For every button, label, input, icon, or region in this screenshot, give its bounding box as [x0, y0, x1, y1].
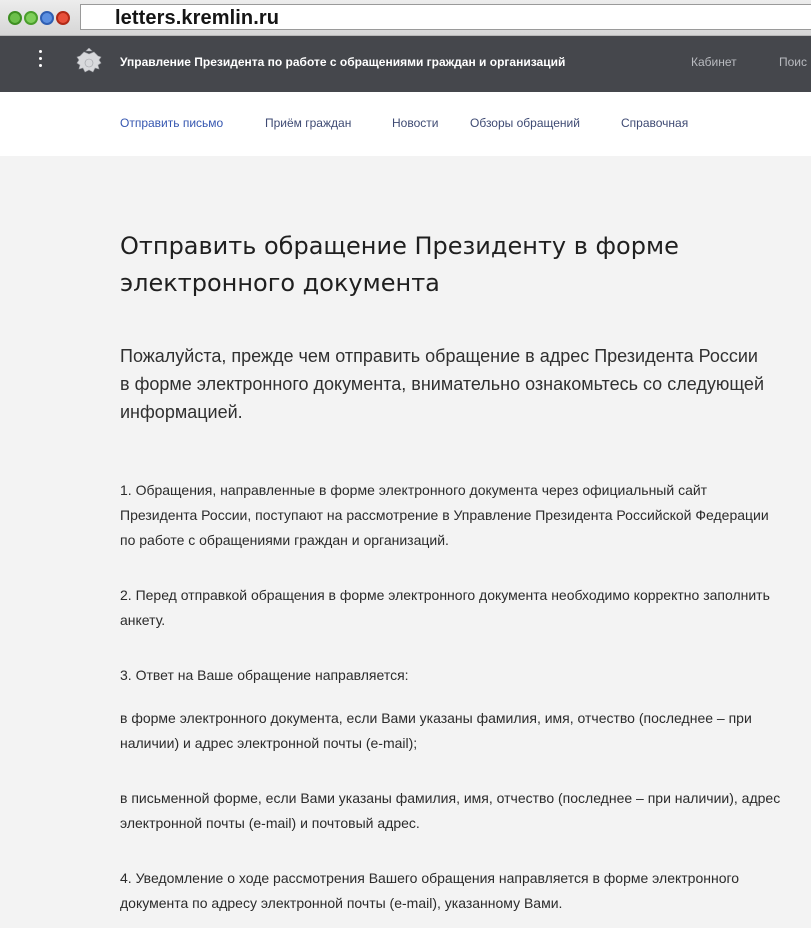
site-title[interactable]: Управление Президента по работе с обраще…: [120, 55, 565, 69]
nav-reference[interactable]: Справочная: [621, 116, 688, 130]
browser-toolbar: letters.kremlin.ru: [0, 0, 811, 36]
info-paragraph: 3. Ответ на Ваше обращение направляется:: [120, 667, 409, 683]
lead-paragraph: Пожалуйста, прежде чем отправить обращен…: [120, 346, 764, 422]
secondary-nav: Отправить письмо Приём граждан Новости О…: [0, 92, 811, 156]
address-bar[interactable]: letters.kremlin.ru: [80, 4, 811, 30]
menu-icon[interactable]: [38, 50, 44, 76]
info-paragraph: 2. Перед отправкой обращения в форме эле…: [120, 587, 770, 628]
nav-reception[interactable]: Приём граждан: [265, 116, 351, 130]
main-content: Отправить обращение Президенту в форме э…: [0, 156, 811, 928]
traffic-light-icon[interactable]: [8, 11, 22, 25]
traffic-light-icon[interactable]: [56, 11, 70, 25]
nav-reviews[interactable]: Обзоры обращений: [470, 116, 580, 130]
info-paragraph: в форме электронного документа, если Вам…: [120, 710, 752, 751]
info-paragraph: 1. Обращения, направленные в форме элект…: [120, 482, 769, 548]
emblem-icon[interactable]: [74, 48, 104, 78]
traffic-light-icon[interactable]: [40, 11, 54, 25]
nav-news[interactable]: Новости: [392, 116, 438, 130]
site-header: Управление Президента по работе с обраще…: [0, 36, 811, 92]
page-title: Отправить обращение Президенту в форме э…: [120, 232, 679, 297]
search-link[interactable]: Поис: [779, 55, 807, 69]
nav-send-letter[interactable]: Отправить письмо: [120, 116, 223, 130]
traffic-light-icon[interactable]: [24, 11, 38, 25]
info-paragraph: 4. Уведомление о ходе рассмотрения Вашег…: [120, 870, 740, 911]
info-paragraph: в письменной форме, если Вами указаны фа…: [120, 790, 781, 831]
cabinet-link[interactable]: Кабинет: [691, 55, 737, 69]
